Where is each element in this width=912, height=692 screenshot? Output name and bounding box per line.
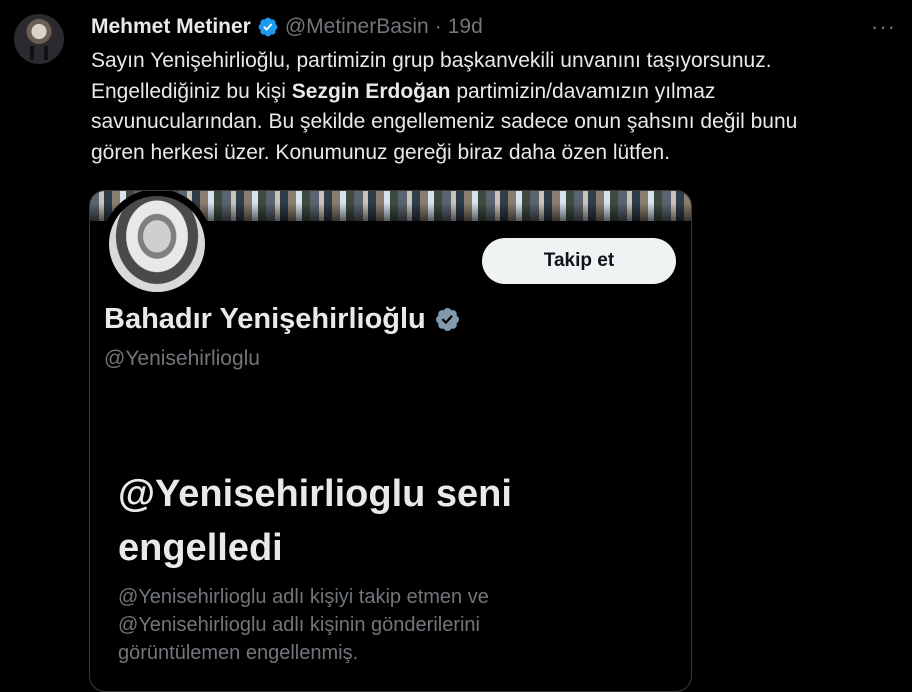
separator-dot: · [434,15,442,38]
mentioned-person: Sezgin Erdoğan [291,79,451,103]
author-name[interactable]: Mehmet Metiner [91,15,251,39]
follow-button[interactable]: Takip et [482,238,676,284]
verified-badge-icon [435,307,459,332]
profile-avatar-photo [109,196,205,292]
tweet-text-line: Engellediğiniz bu kişi Sezgin Erdoğan pa… [91,77,891,108]
blocked-description: @Yenisehirlioglu adlı kişiyi takip etmen… [118,583,678,667]
more-horizontal-icon[interactable]: ··· [871,14,896,40]
tweet-text-line: Sayın Yenişehirlioğlu, partimizin grup b… [91,49,772,72]
blocked-desc-line: görüntülemen engellenmiş. [118,642,359,664]
blocked-title-line: @Yenisehirlioglu seni [118,473,512,515]
microphone-icon [30,46,34,60]
microphone-icon [44,46,48,60]
tweet-text-segment: partimizin/davamızın yılmaz [450,79,716,103]
author-avatar[interactable] [14,14,64,64]
blocked-title-line: engelledi [118,527,283,569]
verified-badge-icon [258,17,278,37]
tweet-text-segment: Engellediğiniz bu kişi [91,79,292,103]
profile-name: Bahadır Yenişehirlioğlu [104,303,426,335]
profile-handle: @Yenisehirlioglu [104,347,260,370]
blocked-desc-line: @Yenisehirlioglu adlı kişinin gönderiler… [118,614,480,636]
tweet-text-line: gören herkesi üzer. Konumunuz gereği bir… [91,140,671,164]
tweet-timestamp[interactable]: 19d [448,15,483,39]
tweet-text: Sayın Yenişehirlioğlu, partimizin grup b… [91,46,891,168]
tweet-text-line: savunucularından. Bu şekilde engellemeni… [91,110,798,133]
blocked-title: @Yenisehirlioglu seni engelledi [118,467,678,575]
blocked-desc-line: @Yenisehirlioglu adlı kişiyi takip etmen… [118,586,489,608]
author-handle[interactable]: @MetinerBasin [285,15,429,39]
tweet-media-screenshot[interactable]: Takip et Bahadır Yenişehirlioğlu @Yenise… [89,190,692,692]
tweet-header: Mehmet Metiner @MetinerBasin · 19d [91,13,483,41]
profile-avatar [102,191,212,299]
profile-name-row: Bahadır Yenişehirlioğlu [104,303,461,336]
